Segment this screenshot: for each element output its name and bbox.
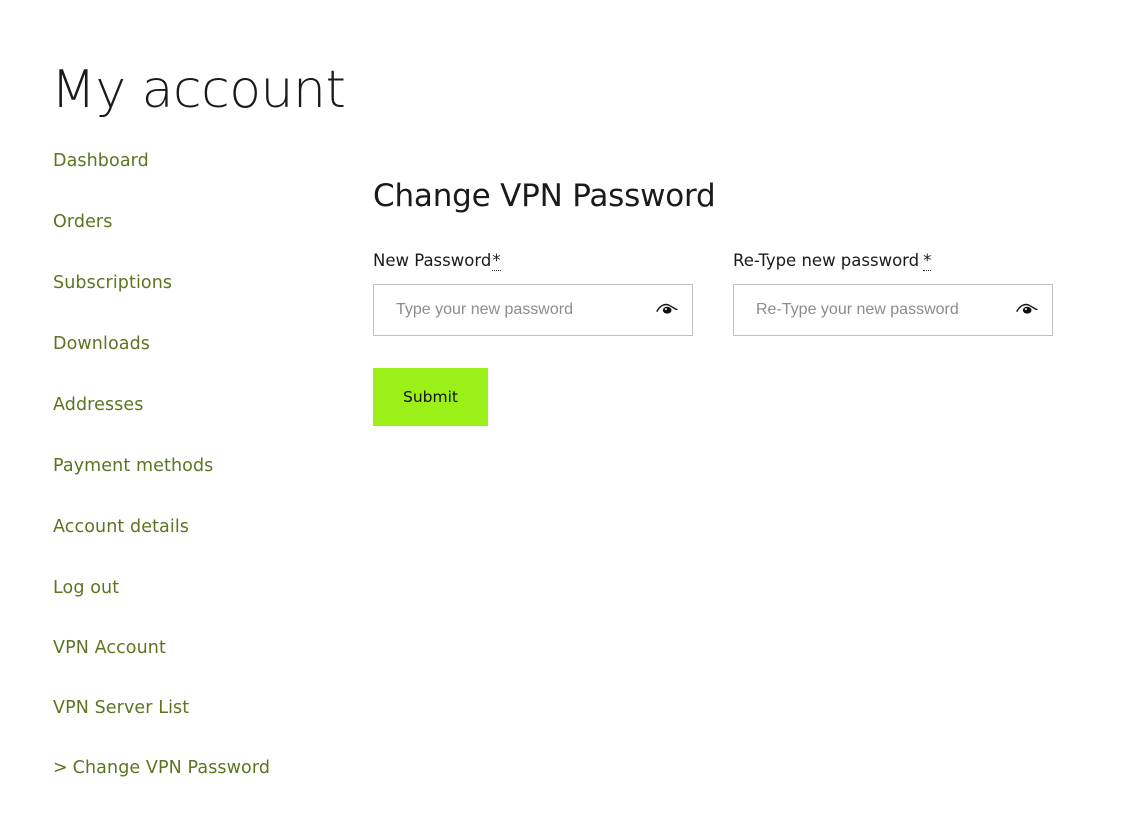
sidebar-link-log-out[interactable]: Log out [53, 558, 119, 619]
sidebar-item-dashboard[interactable]: Dashboard [53, 130, 343, 191]
sidebar-item-downloads[interactable]: Downloads [53, 313, 343, 374]
new-password-input[interactable] [373, 283, 693, 336]
account-sidebar-nav: Dashboard Orders Subscriptions Downloads… [53, 130, 343, 798]
sidebar-item-payment-methods[interactable]: Payment methods [53, 435, 343, 496]
sidebar-item-orders[interactable]: Orders [53, 191, 343, 252]
sidebar-link-payment-methods[interactable]: Payment methods [53, 436, 213, 497]
retype-password-label-text: Re-Type new password [733, 251, 920, 271]
eye-icon[interactable] [654, 284, 680, 336]
sidebar-link-dashboard[interactable]: Dashboard [53, 131, 149, 192]
sidebar-link-subscriptions[interactable]: Subscriptions [53, 253, 172, 314]
sidebar-item-change-vpn-password[interactable]: > Change VPN Password [53, 738, 343, 798]
retype-password-label: Re-Type new password * [733, 251, 1053, 271]
new-password-label-text: New Password [373, 251, 492, 271]
new-password-field-group: New Password* [373, 251, 693, 336]
sidebar-link-account-details[interactable]: Account details [53, 497, 189, 558]
sidebar-item-subscriptions[interactable]: Subscriptions [53, 252, 343, 313]
sidebar-link-orders[interactable]: Orders [53, 192, 112, 253]
sidebar-item-vpn-account[interactable]: VPN Account [53, 618, 343, 678]
form-heading: Change VPN Password [373, 178, 716, 214]
sidebar-item-log-out[interactable]: Log out [53, 557, 343, 618]
required-asterisk: * [923, 251, 932, 271]
retype-password-field-group: Re-Type new password * [733, 251, 1053, 336]
sidebar-link-downloads[interactable]: Downloads [53, 314, 150, 375]
submit-button[interactable]: Submit [373, 367, 488, 426]
retype-password-input-wrap [733, 283, 1053, 336]
account-content: Change VPN Password New Password* Type y… [373, 130, 1073, 426]
eye-icon[interactable] [1014, 284, 1040, 336]
page-title: My account [51, 59, 346, 120]
sidebar-item-account-details[interactable]: Account details [53, 496, 343, 557]
password-fields-row: New Password* Re-Typ [373, 251, 1073, 336]
required-asterisk: * [492, 251, 501, 271]
active-item-marker: > [53, 758, 68, 778]
sidebar-link-vpn-account[interactable]: VPN Account [53, 618, 166, 678]
new-password-input-wrap [373, 283, 693, 336]
sidebar-link-vpn-server-list[interactable]: VPN Server List [53, 678, 189, 738]
submit-row: Submit [373, 367, 1073, 426]
account-layout: Dashboard Orders Subscriptions Downloads… [0, 130, 1129, 830]
sidebar-link-addresses[interactable]: Addresses [53, 375, 143, 436]
change-vpn-password-form: New Password* Re-Typ [373, 251, 1073, 426]
sidebar-link-change-vpn-password[interactable]: Change VPN Password [73, 738, 270, 798]
sidebar-item-vpn-server-list[interactable]: VPN Server List [53, 678, 343, 738]
new-password-label: New Password* [373, 251, 693, 271]
retype-password-input[interactable] [733, 283, 1053, 336]
sidebar-item-addresses[interactable]: Addresses [53, 374, 343, 435]
